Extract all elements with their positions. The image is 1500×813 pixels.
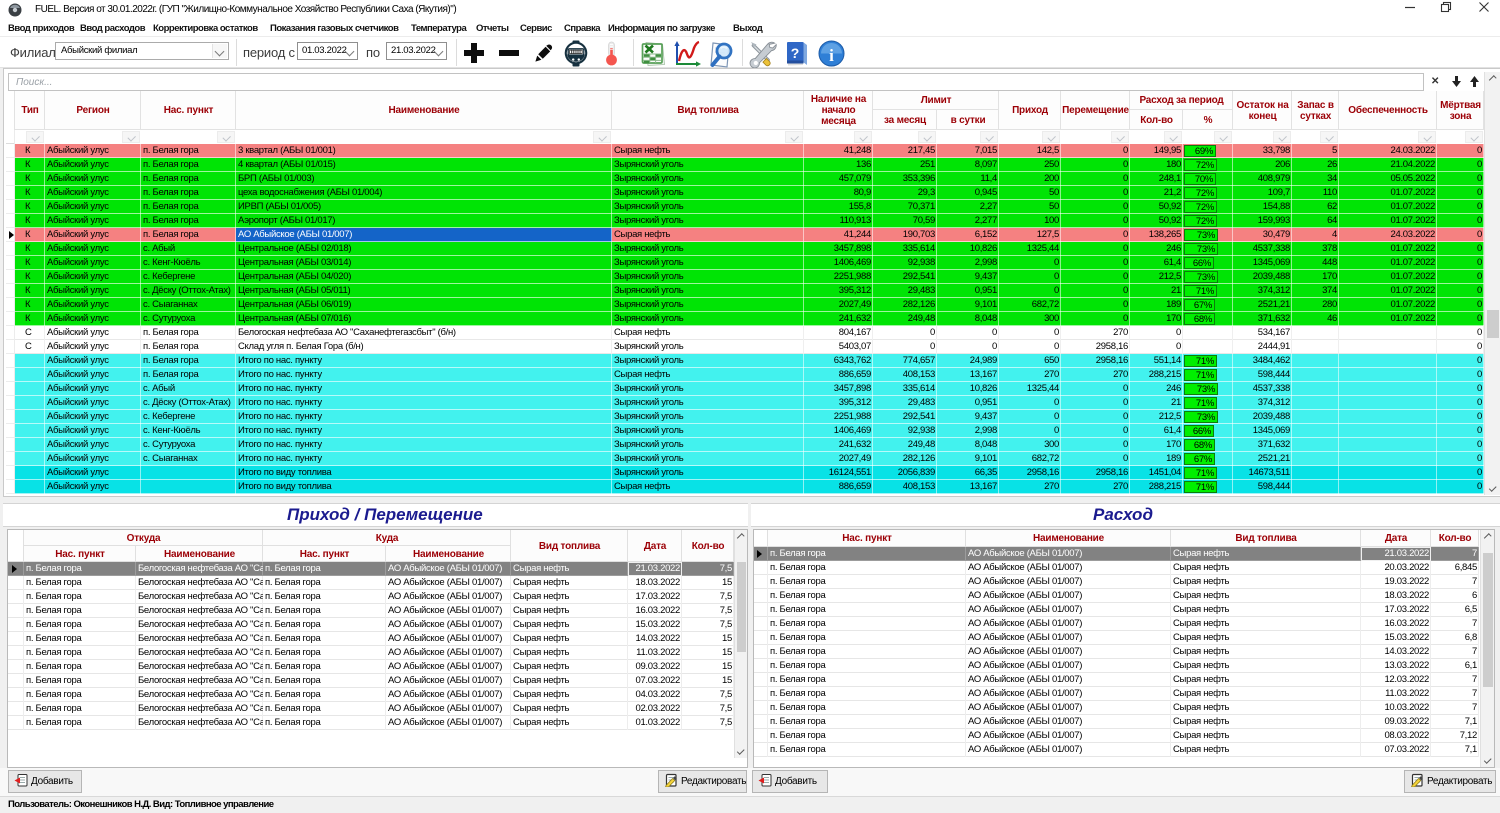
svg-text:i: i <box>829 46 834 65</box>
svg-text:?: ? <box>791 45 800 61</box>
